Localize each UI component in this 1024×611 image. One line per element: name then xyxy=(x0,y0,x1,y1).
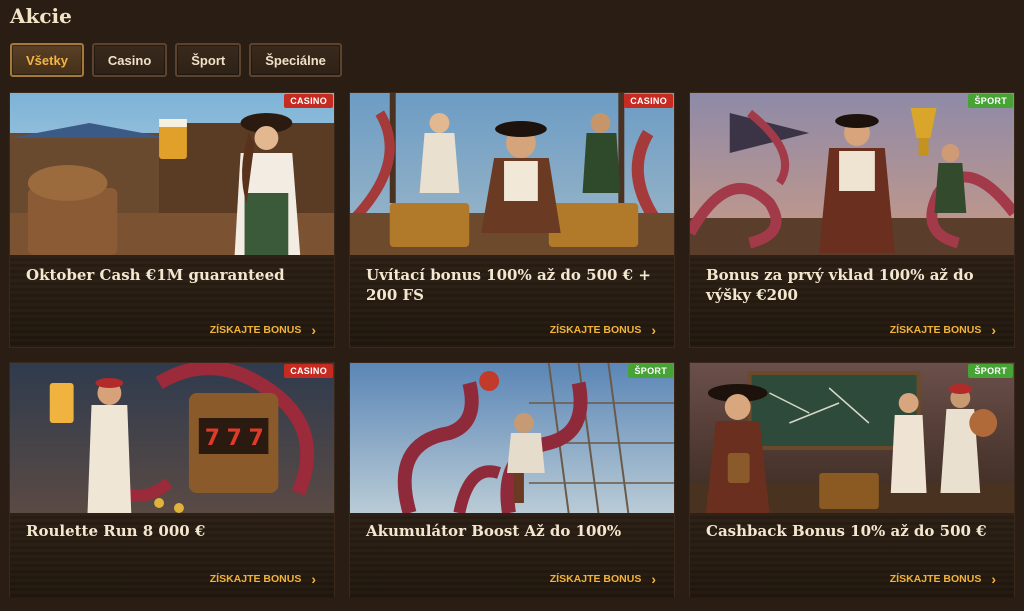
category-badge: ŠPORT xyxy=(628,364,673,378)
claim-bonus-link[interactable]: ZÍSKAJTE BONUS › xyxy=(890,572,996,586)
category-badge: ŠPORT xyxy=(968,364,1013,378)
promo-card[interactable]: CASINO Uvítací bonus 100% až do 500 € + … xyxy=(349,92,675,348)
promo-title: Cashback Bonus 10% až do 500 € xyxy=(706,522,987,540)
kraken-football-illustration: ŠPORT xyxy=(350,363,674,513)
card-body: Roulette Run 8 000 € ZÍSKAJTE BONUS › xyxy=(10,513,334,598)
promo-card[interactable]: 7 7 7 CASINO Roulette Run 8 000 € ZÍSKAJ… xyxy=(9,362,335,598)
chevron-right-icon: › xyxy=(311,571,316,587)
chevron-right-icon: › xyxy=(991,571,996,587)
filter-tabs: Všetky Casino Šport Špeciálne xyxy=(10,43,342,77)
category-badge: CASINO xyxy=(284,364,333,378)
chevron-right-icon: › xyxy=(991,322,996,338)
chevron-right-icon: › xyxy=(311,322,316,338)
promo-title: Akumulátor Boost Až do 100% xyxy=(366,522,622,540)
claim-bonus-label: ZÍSKAJTE BONUS xyxy=(889,573,982,585)
promo-card[interactable]: ŠPORT Bonus za prvý vklad 100% až do výš… xyxy=(689,92,1015,348)
pirate-crew-treasure-illustration: CASINO xyxy=(350,93,674,255)
card-body: Uvítací bonus 100% až do 500 € + 200 FS … xyxy=(350,255,674,347)
pirate-tavern-illustration: CASINO xyxy=(10,93,334,255)
claim-bonus-label: ZÍSKAJTE BONUS xyxy=(889,324,982,336)
svg-text:7: 7 xyxy=(205,426,220,451)
claim-bonus-link[interactable]: ZÍSKAJTE BONUS › xyxy=(210,323,316,337)
chevron-right-icon: › xyxy=(651,322,656,338)
promo-title: Oktober Cash €1M guaranteed xyxy=(26,266,285,284)
card-body: Bonus za prvý vklad 100% až do výšky €20… xyxy=(690,255,1014,347)
claim-bonus-label: ZÍSKAJTE BONUS xyxy=(209,324,302,336)
page-title: Akcie xyxy=(10,4,72,28)
promo-card[interactable]: ŠPORT Akumulátor Boost Až do 100% ZÍSKAJ… xyxy=(349,362,675,598)
card-body: Oktober Cash €1M guaranteed ZÍSKAJTE BON… xyxy=(10,255,334,347)
filter-special[interactable]: Špeciálne xyxy=(249,43,342,77)
category-badge: CASINO xyxy=(284,94,333,108)
promo-title: Roulette Run 8 000 € xyxy=(26,522,206,540)
category-badge: CASINO xyxy=(624,94,673,108)
pirate-slot-machine-illustration: 7 7 7 CASINO xyxy=(10,363,334,513)
pirate-crew-tactics-illustration: ŠPORT xyxy=(690,363,1014,513)
filter-sport[interactable]: Šport xyxy=(175,43,242,77)
chevron-right-icon: › xyxy=(651,571,656,587)
filter-all[interactable]: Všetky xyxy=(10,43,84,77)
promo-card[interactable]: ŠPORT Cashback Bonus 10% až do 500 € ZÍS… xyxy=(689,362,1015,598)
promotions-page: Akcie Všetky Casino Šport Špeciálne CASI… xyxy=(0,0,1024,611)
pirate-trophy-kraken-illustration: ŠPORT xyxy=(690,93,1014,255)
claim-bonus-label: ZÍSKAJTE BONUS xyxy=(549,573,642,585)
promo-title: Bonus za prvý vklad 100% až do výšky €20… xyxy=(706,266,974,304)
filter-casino[interactable]: Casino xyxy=(91,43,168,77)
promo-card[interactable]: CASINO Oktober Cash €1M guaranteed ZÍSKA… xyxy=(9,92,335,348)
category-badge: ŠPORT xyxy=(968,94,1013,108)
promotions-grid: CASINO Oktober Cash €1M guaranteed ZÍSKA… xyxy=(9,92,1015,598)
svg-text:7: 7 xyxy=(227,426,242,451)
card-body: Akumulátor Boost Až do 100% ZÍSKAJTE BON… xyxy=(350,513,674,598)
claim-bonus-link[interactable]: ZÍSKAJTE BONUS › xyxy=(890,323,996,337)
claim-bonus-link[interactable]: ZÍSKAJTE BONUS › xyxy=(550,572,656,586)
claim-bonus-link[interactable]: ZÍSKAJTE BONUS › xyxy=(550,323,656,337)
claim-bonus-link[interactable]: ZÍSKAJTE BONUS › xyxy=(210,572,316,586)
promo-title: Uvítací bonus 100% až do 500 € + 200 FS xyxy=(366,266,651,304)
claim-bonus-label: ZÍSKAJTE BONUS xyxy=(209,573,302,585)
svg-text:7: 7 xyxy=(249,426,264,451)
card-body: Cashback Bonus 10% až do 500 € ZÍSKAJTE … xyxy=(690,513,1014,598)
claim-bonus-label: ZÍSKAJTE BONUS xyxy=(549,324,642,336)
